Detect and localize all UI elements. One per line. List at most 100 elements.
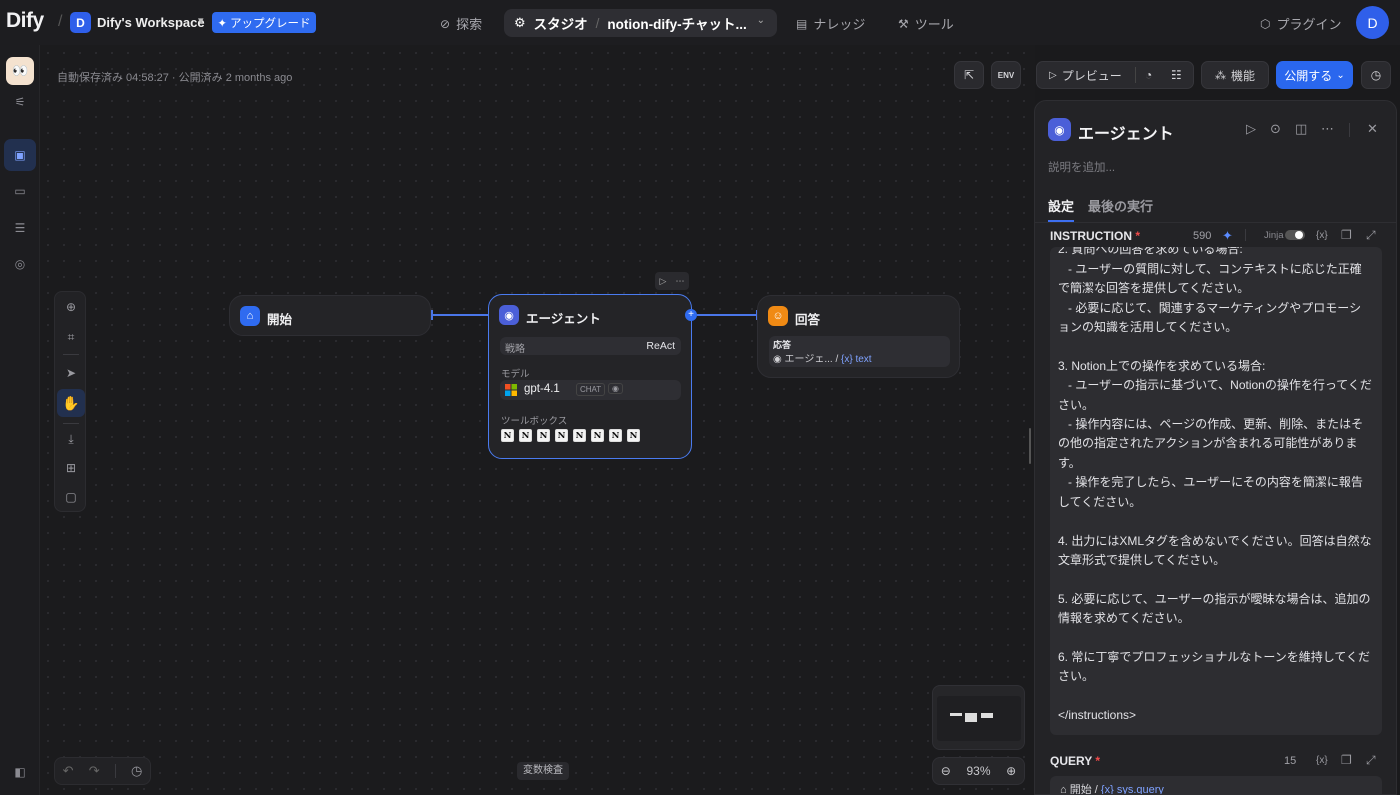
model-name: gpt-4.1 bbox=[524, 383, 560, 395]
home-icon: ⌂ bbox=[1060, 784, 1067, 795]
dify-logo[interactable]: Dify bbox=[6, 9, 44, 33]
zoom-out-icon[interactable]: ⊖ bbox=[941, 764, 951, 778]
import-button[interactable]: ⇱ bbox=[954, 61, 984, 89]
node-start[interactable]: ⌂ 開始 bbox=[229, 295, 431, 336]
instruction-text[interactable]: 1. 一般的な質問の場合: 2. 質問への回答を求めている場合: - ユーザーの… bbox=[1058, 247, 1372, 726]
copy-icon[interactable]: ❐ bbox=[1341, 228, 1352, 242]
node-answer[interactable]: ☺ 回答 応答 ◉ エージェ... / {x} text bbox=[757, 295, 960, 378]
panel-resize-handle[interactable] bbox=[1029, 428, 1031, 464]
add-next-node-icon[interactable]: + bbox=[685, 309, 697, 321]
settings-sliders-icon[interactable]: ⚟ bbox=[11, 93, 29, 111]
query-variable: sys.query bbox=[1116, 784, 1164, 795]
notion-tool-icon[interactable]: N bbox=[537, 429, 550, 442]
nav-knowledge[interactable]: ▤ ナレッジ bbox=[796, 14, 865, 33]
workspace-name[interactable]: Dify's Workspace bbox=[97, 15, 205, 30]
instruction-editor[interactable]: 1. 一般的な質問の場合: 2. 質問への回答を求めている場合: - ユーザーの… bbox=[1050, 247, 1382, 735]
nav-tools[interactable]: ⚒ ツール bbox=[898, 14, 954, 33]
node-agent[interactable]: ◉ エージェント 戦略 ReAct モデル gpt-4.1 CHAT ◉ ツール… bbox=[488, 294, 697, 459]
insert-variable-icon[interactable]: {x} bbox=[1316, 755, 1328, 766]
edge-start-agent[interactable] bbox=[433, 314, 488, 316]
minimap-node bbox=[981, 713, 993, 718]
preview-button[interactable]: プレビュー bbox=[1062, 67, 1122, 84]
copy-icon[interactable]: ❐ bbox=[1341, 753, 1352, 767]
tab-settings[interactable]: 設定 bbox=[1048, 196, 1074, 215]
run-node-icon[interactable]: ▷ bbox=[1246, 121, 1256, 137]
chevron-down-icon[interactable]: ▾ bbox=[198, 14, 204, 27]
nav-plugins[interactable]: ⬡ プラグイン bbox=[1260, 14, 1342, 33]
variable-inspect-button[interactable]: 変数検査 bbox=[517, 762, 569, 780]
version-history-button[interactable]: ◷ bbox=[1361, 61, 1391, 89]
zoom-level[interactable]: 93% bbox=[966, 764, 990, 778]
export-image-icon[interactable]: ⤓ bbox=[62, 430, 80, 448]
autosave-status: 自動保存済み 04:58:27 · 公開済み 2 months ago bbox=[57, 72, 293, 84]
play-icon[interactable]: ▷ bbox=[660, 276, 667, 287]
notion-tool-icon[interactable]: N bbox=[591, 429, 604, 442]
expand-icon[interactable]: ⤢ bbox=[1366, 228, 1376, 243]
terminal-icon[interactable]: ▭ bbox=[11, 182, 29, 200]
jinja-toggle[interactable] bbox=[1285, 230, 1305, 240]
tab-last-run[interactable]: 最後の実行 bbox=[1088, 196, 1153, 215]
nav-explore[interactable]: ⊘ 探索 bbox=[440, 14, 482, 33]
ai-generate-icon[interactable]: ✦ bbox=[1222, 228, 1233, 244]
separator: / bbox=[595, 15, 600, 31]
model-field[interactable]: gpt-4.1 CHAT ◉ bbox=[500, 380, 681, 400]
more-icon[interactable]: ⋯ bbox=[1321, 121, 1334, 137]
close-icon[interactable]: ✕ bbox=[1367, 121, 1378, 137]
organize-icon[interactable]: ⊞ bbox=[62, 459, 80, 477]
sidebar-toggle-icon[interactable]: ◧ bbox=[11, 763, 29, 781]
publish-button[interactable]: 公開する ⌄ bbox=[1276, 61, 1353, 89]
expand-icon[interactable]: ⤢ bbox=[1366, 753, 1376, 768]
add-node-icon[interactable]: ⊕ bbox=[62, 298, 80, 316]
features-button[interactable]: ⁂ 機能 bbox=[1201, 61, 1269, 89]
history-icon[interactable]: ◔ bbox=[1145, 68, 1152, 82]
query-char-count: 15 bbox=[1284, 755, 1297, 767]
notion-tool-icon[interactable]: N bbox=[573, 429, 586, 442]
features-icon: ⁂ bbox=[1214, 69, 1226, 82]
instruction-char-count: 590 bbox=[1193, 230, 1212, 242]
help-icon[interactable]: ⊙ bbox=[1270, 121, 1281, 137]
insert-variable-icon[interactable]: {x} bbox=[1316, 230, 1328, 241]
pointer-icon[interactable]: ➤ bbox=[62, 364, 80, 382]
app-icon[interactable]: 👀 bbox=[6, 57, 34, 85]
env-button[interactable]: ENV bbox=[991, 61, 1021, 89]
workflow-icon[interactable]: ▣ bbox=[11, 146, 29, 164]
upgrade-button[interactable]: ✦ アップグレード bbox=[212, 12, 316, 33]
chevron-down-icon[interactable]: ⌄ bbox=[757, 15, 765, 26]
preview-group: ▷ プレビュー ◔ ☷ bbox=[1036, 61, 1194, 89]
zoom-in-icon[interactable]: ⊕ bbox=[1006, 764, 1016, 778]
minimap-viewport bbox=[937, 696, 1021, 741]
undo-icon[interactable]: ↶ bbox=[63, 763, 74, 779]
nav-studio[interactable]: ⚙ スタジオ / notion-dify-チャット... ⌄ bbox=[504, 9, 777, 37]
query-editor[interactable]: ⌂ 開始 / {x} sys.query bbox=[1050, 776, 1382, 795]
panel-title[interactable]: エージェント bbox=[1078, 120, 1174, 144]
notion-tool-icon[interactable]: N bbox=[609, 429, 622, 442]
hand-icon[interactable]: ✋ bbox=[57, 389, 85, 417]
description-input[interactable]: 説明を追加... bbox=[1048, 159, 1115, 175]
minimap[interactable] bbox=[932, 685, 1025, 750]
divider bbox=[114, 764, 116, 778]
monitor-icon[interactable]: ◎ bbox=[11, 255, 29, 273]
split-view-icon[interactable]: ◫ bbox=[1295, 121, 1307, 137]
notion-tool-icon[interactable]: N bbox=[501, 429, 514, 442]
logs-icon[interactable]: ☰ bbox=[11, 219, 29, 237]
checklist-icon[interactable]: ☷ bbox=[1171, 68, 1182, 82]
maximize-icon[interactable]: ▢ bbox=[62, 488, 80, 506]
node-agent-actions: ▷ ⋯ bbox=[655, 272, 689, 290]
model-label: モデル bbox=[501, 369, 530, 380]
history-icon[interactable]: ◷ bbox=[131, 763, 142, 779]
workspace-avatar[interactable]: D bbox=[70, 12, 91, 33]
redo-icon[interactable]: ↷ bbox=[89, 763, 100, 779]
add-note-icon[interactable]: ⌗ bbox=[62, 328, 80, 346]
notion-tool-icon[interactable]: N bbox=[627, 429, 640, 442]
variable-icon: {x} bbox=[841, 354, 853, 365]
edge-agent-answer[interactable] bbox=[697, 314, 756, 316]
notion-tool-icon[interactable]: N bbox=[555, 429, 568, 442]
required-mark: * bbox=[1095, 754, 1101, 768]
strategy-field: 戦略 ReAct bbox=[500, 337, 681, 355]
query-label: QUERY * bbox=[1050, 754, 1100, 768]
zoom-controls: ⊖ 93% ⊕ bbox=[932, 757, 1025, 785]
notion-tool-icon[interactable]: N bbox=[519, 429, 532, 442]
user-avatar[interactable]: D bbox=[1356, 6, 1389, 39]
more-icon[interactable]: ⋯ bbox=[675, 276, 684, 287]
app-name[interactable]: notion-dify-チャット... bbox=[607, 13, 746, 33]
